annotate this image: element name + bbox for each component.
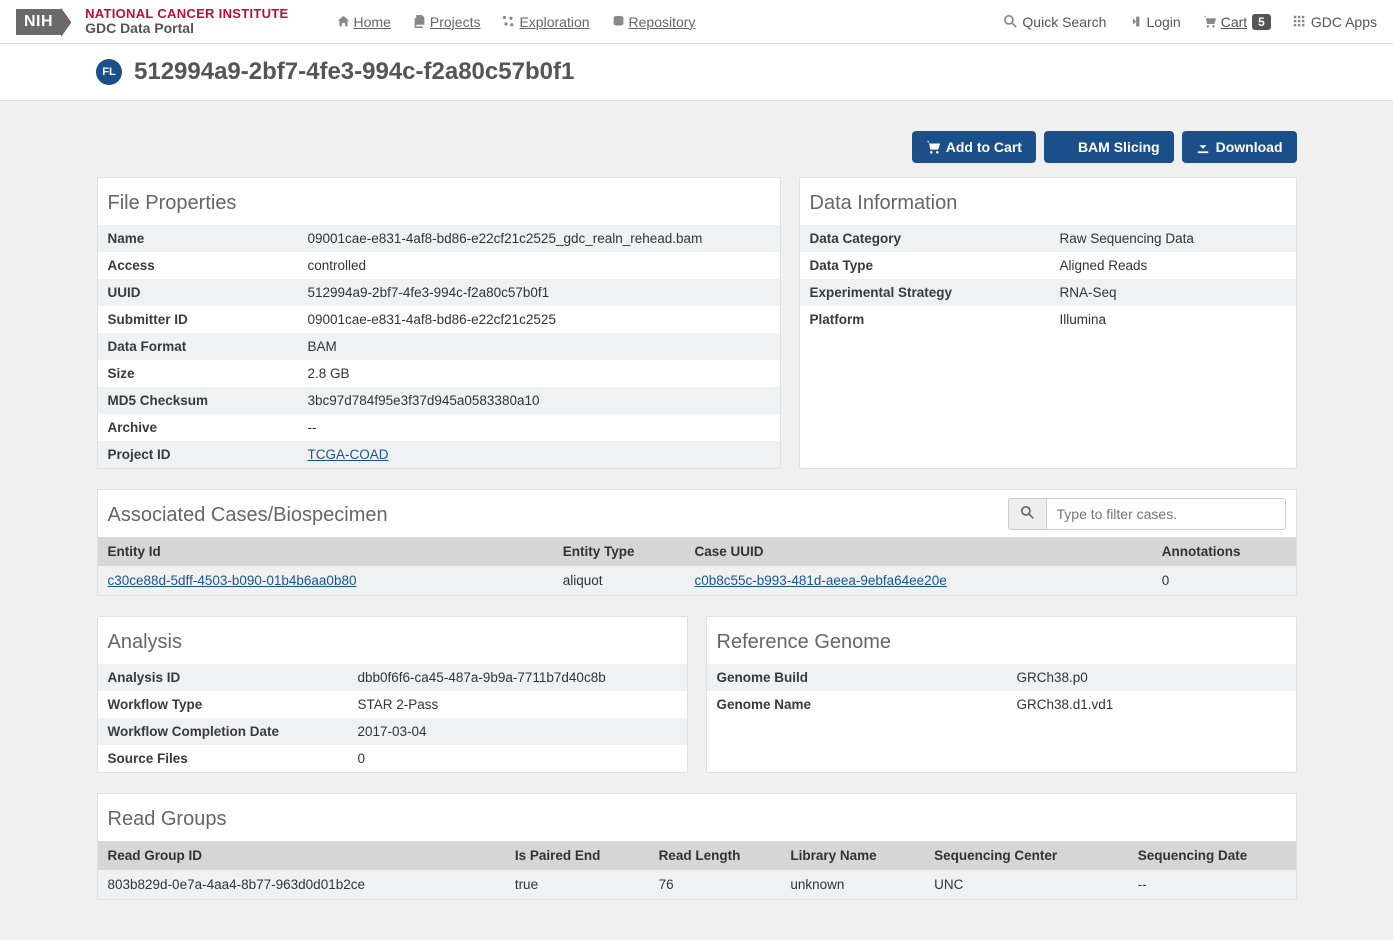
- cell-rg-id: 803b829d-0e7a-4aa4-8b77-963d0d01b2ce: [98, 870, 505, 899]
- add-to-cart-button[interactable]: Add to Cart: [912, 131, 1036, 163]
- col-center: Sequencing Center: [924, 841, 1128, 870]
- panel-title: Analysis: [98, 617, 687, 664]
- file-badge: FL: [96, 59, 122, 85]
- cell-entity-type: aliquot: [553, 566, 685, 595]
- table-row: c30ce88d-5dff-4503-b090-01b4b6aa0b80 ali…: [98, 566, 1296, 595]
- nav-exploration[interactable]: Exploration: [502, 14, 589, 30]
- grid-icon: [1293, 15, 1306, 28]
- prop-row: Analysis IDdbb0f6f6-ca45-487a-9b9a-7711b…: [98, 664, 687, 691]
- login-link[interactable]: Login: [1128, 14, 1180, 30]
- panel-title: Data Information: [800, 178, 1296, 225]
- nih-mark: NIH: [16, 9, 61, 35]
- cart-link[interactable]: Cart 5: [1203, 14, 1271, 30]
- prop-row: Workflow TypeSTAR 2-Pass: [98, 691, 687, 718]
- prop-row: Source Files0: [98, 745, 687, 772]
- prop-row: MD5 Checksum3bc97d784f95e3f37d945a058338…: [98, 387, 780, 414]
- prop-row: Genome NameGRCh38.d1.vd1: [707, 691, 1296, 718]
- associated-cases-panel: Associated Cases/Biospecimen Entity Id E…: [97, 489, 1297, 596]
- brand-top: NATIONAL CANCER INSTITUTE: [85, 7, 288, 21]
- analysis-panel: Analysis Analysis IDdbb0f6f6-ca45-487a-9…: [97, 616, 688, 773]
- prop-row: UUID512994a9-2bf7-4fe3-994c-f2a80c57b0f1: [98, 279, 780, 306]
- panel-title: Associated Cases/Biospecimen: [98, 490, 398, 537]
- prop-row: Name09001cae-e831-4af8-bd86-e22cf21c2525…: [98, 225, 780, 252]
- cell-len: 76: [649, 870, 781, 899]
- file-subheader: FL 512994a9-2bf7-4fe3-994c-f2a80c57b0f1: [0, 44, 1393, 101]
- prop-row: Experimental StrategyRNA-Seq: [800, 279, 1296, 306]
- panel-title: File Properties: [98, 178, 780, 225]
- database-icon: [612, 15, 625, 28]
- prop-row: Data CategoryRaw Sequencing Data: [800, 225, 1296, 252]
- col-len: Read Length: [649, 841, 781, 870]
- nav-repository[interactable]: Repository: [612, 14, 696, 30]
- dots-icon: [502, 15, 515, 28]
- cell-date: --: [1128, 870, 1296, 899]
- prop-row: Submitter ID09001cae-e831-4af8-bd86-e22c…: [98, 306, 780, 333]
- nih-logo[interactable]: NIH NATIONAL CANCER INSTITUTE GDC Data P…: [16, 7, 289, 37]
- cart-icon: [1203, 15, 1216, 28]
- cut-icon: [1058, 140, 1072, 154]
- cart-icon: [926, 140, 940, 154]
- file-uuid-title: 512994a9-2bf7-4fe3-994c-f2a80c57b0f1: [134, 58, 574, 86]
- copy-icon: [413, 15, 426, 28]
- case-uuid-link[interactable]: c0b8c55c-b993-481d-aeea-9ebfa64ee20e: [695, 573, 947, 588]
- prop-row: Size2.8 GB: [98, 360, 780, 387]
- data-information-panel: Data Information Data CategoryRaw Sequen…: [799, 177, 1297, 469]
- download-button[interactable]: Download: [1182, 131, 1297, 163]
- col-rg-id: Read Group ID: [98, 841, 505, 870]
- col-date: Sequencing Date: [1128, 841, 1296, 870]
- table-row: 803b829d-0e7a-4aa4-8b77-963d0d01b2ce tru…: [98, 870, 1296, 899]
- panel-title: Read Groups: [98, 794, 1296, 841]
- prop-row: Data TypeAligned Reads: [800, 252, 1296, 279]
- prop-row: Workflow Completion Date2017-03-04: [98, 718, 687, 745]
- search-icon: [1021, 506, 1034, 519]
- search-icon: [1004, 15, 1017, 28]
- reference-genome-panel: Reference Genome Genome BuildGRCh38.p0 G…: [706, 616, 1297, 773]
- home-icon: [337, 15, 350, 28]
- project-link[interactable]: TCGA-COAD: [308, 447, 389, 462]
- prop-row: Genome BuildGRCh38.p0: [707, 664, 1296, 691]
- cell-paired: true: [505, 870, 649, 899]
- prop-row: Archive--: [98, 414, 780, 441]
- filter-cases-input[interactable]: [1046, 498, 1286, 530]
- file-properties-panel: File Properties Name09001cae-e831-4af8-b…: [97, 177, 781, 469]
- nav-projects[interactable]: Projects: [413, 14, 481, 30]
- prop-row: PlatformIllumina: [800, 306, 1296, 333]
- gdc-apps-link[interactable]: GDC Apps: [1293, 14, 1377, 30]
- col-annotations: Annotations: [1152, 537, 1296, 566]
- read-groups-panel: Read Groups Read Group ID Is Paired End …: [97, 793, 1297, 900]
- prop-row: Data FormatBAM: [98, 333, 780, 360]
- cell-annotations: 0: [1152, 566, 1296, 595]
- quick-search-link[interactable]: Quick Search: [1004, 14, 1106, 30]
- cell-center: UNC: [924, 870, 1128, 899]
- prop-row: Accesscontrolled: [98, 252, 780, 279]
- cell-lib: unknown: [780, 870, 924, 899]
- cart-count-badge: 5: [1252, 14, 1271, 30]
- col-entity-type: Entity Type: [553, 537, 685, 566]
- login-icon: [1128, 15, 1141, 28]
- nav-home[interactable]: Home: [337, 14, 391, 30]
- panel-title: Reference Genome: [707, 617, 1296, 664]
- col-case-uuid: Case UUID: [685, 537, 1152, 566]
- bam-slicing-button[interactable]: BAM Slicing: [1044, 131, 1174, 163]
- top-navbar: NIH NATIONAL CANCER INSTITUTE GDC Data P…: [0, 0, 1393, 44]
- col-lib: Library Name: [780, 841, 924, 870]
- brand-bottom: GDC Data Portal: [85, 21, 288, 36]
- download-icon: [1196, 140, 1210, 154]
- entity-id-link[interactable]: c30ce88d-5dff-4503-b090-01b4b6aa0b80: [108, 573, 357, 588]
- col-entity-id: Entity Id: [98, 537, 553, 566]
- filter-search-button[interactable]: [1008, 498, 1046, 530]
- col-paired: Is Paired End: [505, 841, 649, 870]
- prop-row: Project IDTCGA-COAD: [98, 441, 780, 468]
